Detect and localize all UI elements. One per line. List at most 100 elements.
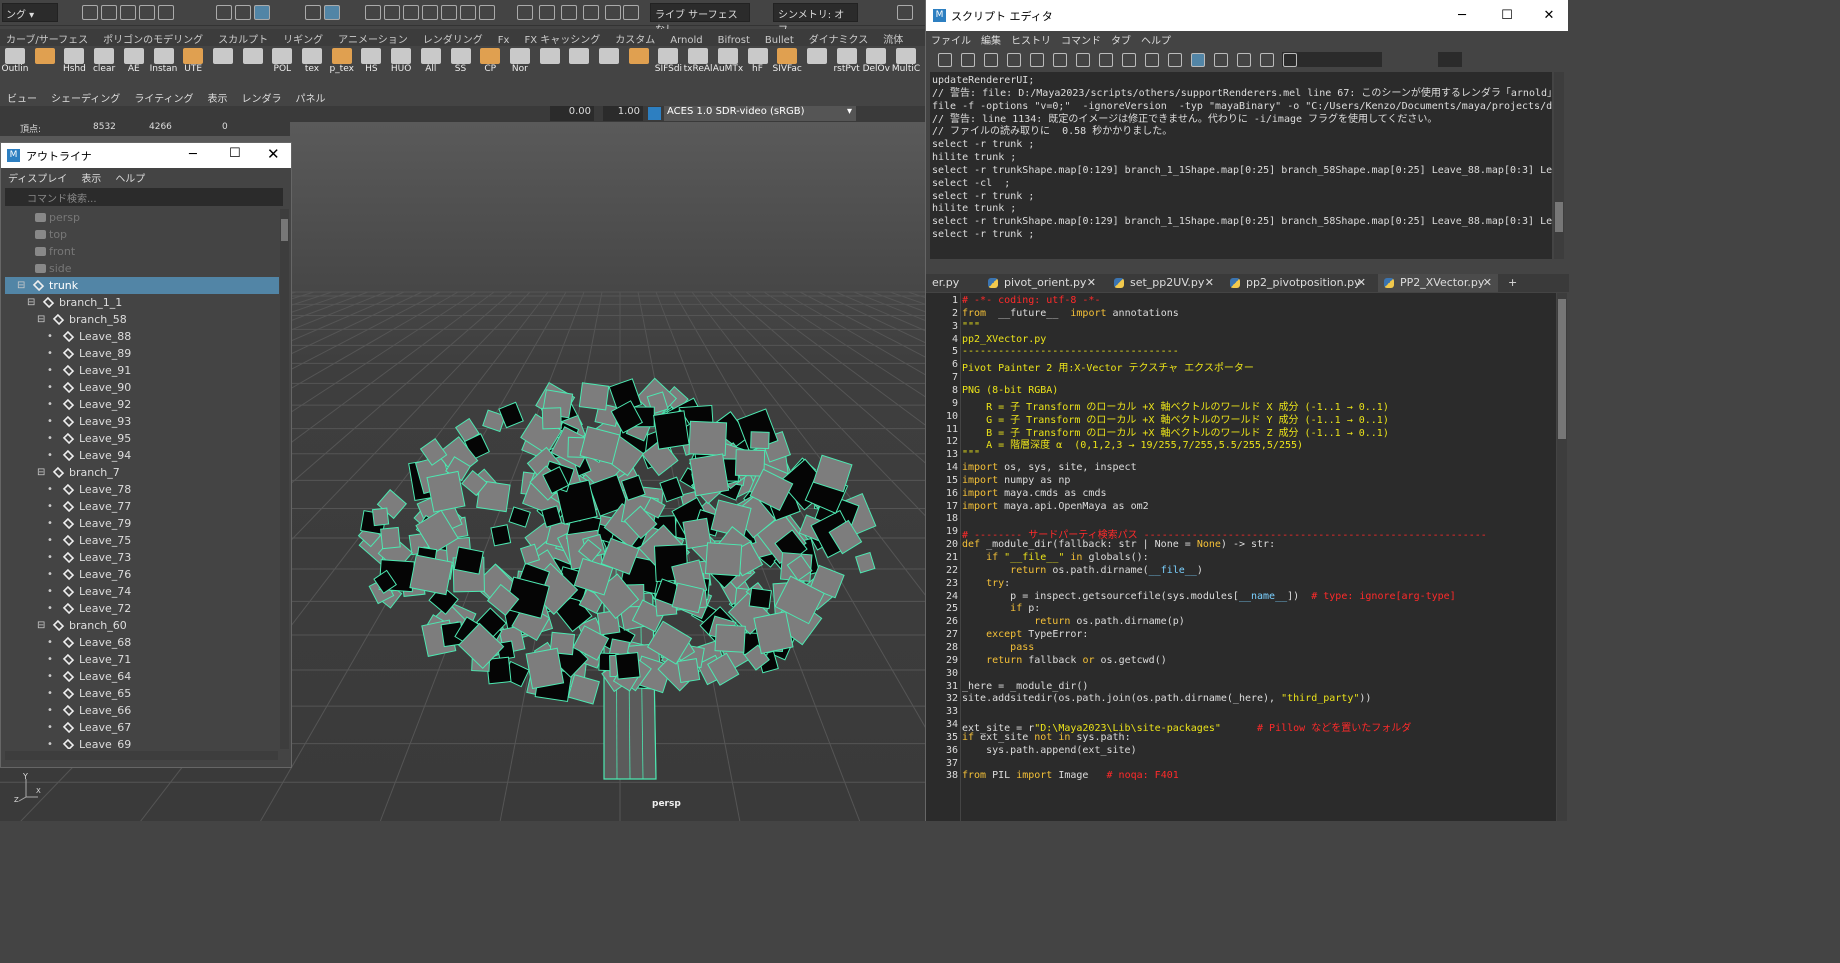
script-toolbar-icon[interactable] [984,53,998,67]
snap-view-icon[interactable] [422,5,438,20]
outliner-hscrollbar[interactable] [5,751,278,760]
link2-icon[interactable] [561,5,577,20]
script-tab[interactable]: + [1506,274,1546,292]
redo-icon[interactable] [158,5,174,20]
script-toolbar-icon[interactable] [1260,53,1274,67]
shelf-button[interactable] [802,47,832,76]
script-editor-menu-item[interactable]: 編集 [976,32,1006,47]
script-toolbar-icon[interactable] [1168,53,1182,67]
close-tab-icon[interactable]: ✕ [1205,274,1214,292]
script-toolbar-icon[interactable] [1099,53,1113,67]
outliner-row[interactable]: • Leave_79 [5,515,279,532]
link5-icon[interactable] [623,5,639,20]
outliner-search[interactable]: コマンド検索... [5,188,283,206]
outliner-row[interactable]: ⊟ branch_60 [5,617,279,634]
save-scene-icon[interactable] [120,5,136,20]
script-toolbar-icon[interactable] [1053,53,1067,67]
history-scroll-thumb[interactable] [1555,202,1563,232]
select-by-hierarchy-icon[interactable] [216,5,232,20]
script-toolbar-icon[interactable] [1283,53,1297,67]
script-tab[interactable]: pivot_orient.py ✕ [982,274,1102,292]
outliner-row[interactable]: top [5,226,279,243]
outliner-row[interactable]: • Leave_75 [5,532,279,549]
shelf-button[interactable]: CP [475,47,505,76]
link-icon[interactable] [539,5,555,20]
script-toolbar-icon[interactable] [1030,53,1044,67]
outliner-row[interactable]: • Leave_91 [5,362,279,379]
shelf-button[interactable] [594,47,624,76]
outliner-row[interactable]: • Leave_73 [5,549,279,566]
outliner-row[interactable]: side [5,260,279,277]
color-management-icon[interactable] [648,107,661,120]
outliner-row[interactable]: • Leave_67 [5,719,279,736]
new-scene-icon[interactable] [82,5,98,20]
close-tab-icon[interactable]: ✕ [1087,274,1096,292]
viewport-menu-item[interactable]: ライティング [127,88,200,105]
script-toolbar-icon[interactable] [938,53,952,67]
magnet-icon[interactable] [479,5,495,20]
shelf-button[interactable]: POL [267,47,297,76]
outliner-menu-item[interactable]: ヘルプ [108,170,152,185]
outliner-row[interactable]: ⊟ trunk [5,277,279,294]
history-pane[interactable]: updateRendererUI;// 警告: file: D:/Maya202… [930,72,1552,259]
outliner-row[interactable]: ⊟ branch_7 [5,464,279,481]
viewport-menu-item[interactable]: シェーディング [44,88,127,105]
script-toolbar-icon[interactable] [1237,53,1251,67]
shelf-button[interactable]: Hshd [59,47,89,76]
history-scrollbar[interactable] [1554,72,1564,259]
close-button[interactable]: ✕ [267,145,280,163]
outliner-row[interactable]: • Leave_66 [5,702,279,719]
expand-toggle-icon[interactable]: ⊟ [37,311,45,328]
shelf-button[interactable]: Outlin [0,47,30,76]
shelf-button[interactable]: HUO [386,47,416,76]
viewport-menu-item[interactable]: ビュー [0,88,44,105]
snap-curve-icon[interactable] [384,5,400,20]
script-editor-menu-item[interactable]: コマンド [1056,32,1106,47]
outliner-row[interactable]: • Leave_76 [5,566,279,583]
outliner-row[interactable]: • Leave_64 [5,668,279,685]
select-mask-icon[interactable] [305,5,321,20]
link4-icon[interactable] [605,5,621,20]
shelf-button[interactable]: All [416,47,446,76]
lock-icon[interactable] [460,5,476,20]
outliner-row[interactable]: • Leave_90 [5,379,279,396]
script-tab[interactable]: pp2_pivotposition.py ✕ [1224,274,1372,292]
script-tab[interactable]: PP2_XVector.py ✕ [1378,274,1498,292]
outliner-row[interactable]: • Leave_77 [5,498,279,515]
outliner-row[interactable]: • Leave_89 [5,345,279,362]
shelf-button[interactable]: p_tex [327,47,357,76]
script-toolbar-icon[interactable] [1007,53,1021,67]
outliner-row[interactable]: • Leave_92 [5,396,279,413]
mode-select[interactable]: ング ▾ [2,3,58,22]
link3-icon[interactable] [583,5,599,20]
open-scene-icon[interactable] [101,5,117,20]
outliner-scroll-thumb[interactable] [281,219,288,241]
code-scroll-thumb[interactable] [1558,299,1566,439]
script-editor-menu-item[interactable]: ヘルプ [1136,32,1176,47]
exposure-field[interactable]: 0.00 [550,106,594,121]
outliner-row[interactable]: • Leave_93 [5,413,279,430]
script-editor-menu-item[interactable]: タブ [1106,32,1136,47]
viewport-menu-item[interactable]: パネル [289,88,333,105]
script-tab[interactable]: er.py [930,274,970,292]
outliner-menu-item[interactable]: 表示 [74,170,108,185]
outliner-row[interactable]: • Leave_72 [5,600,279,617]
outliner-row[interactable]: • Leave_74 [5,583,279,600]
shelf-button[interactable] [535,47,565,76]
select-by-object-icon[interactable] [235,5,251,20]
shelf-button[interactable] [208,47,238,76]
symmetry-dropdown[interactable]: シンメトリ: オフ [773,3,858,36]
gamma-field[interactable]: 1.00 [603,106,643,121]
outliner-row[interactable]: • Leave_69 [5,736,279,749]
shelf-button[interactable]: hF [743,47,773,76]
script-toolbar-icon[interactable] [1214,53,1228,67]
snap-point-icon[interactable] [403,5,419,20]
shelf-tab[interactable]: FX キャッシング [518,29,609,46]
shelf-button[interactable] [624,47,654,76]
shelf-button[interactable]: txReAl [683,47,713,76]
shelf-button[interactable]: UTE [178,47,208,76]
shelf-tab[interactable]: 流体 [877,29,912,46]
outliner-row[interactable]: • Leave_95 [5,430,279,447]
expand-toggle-icon[interactable]: ⊟ [37,464,45,481]
shelf-tab[interactable]: カーブ/サーフェス [0,29,97,46]
